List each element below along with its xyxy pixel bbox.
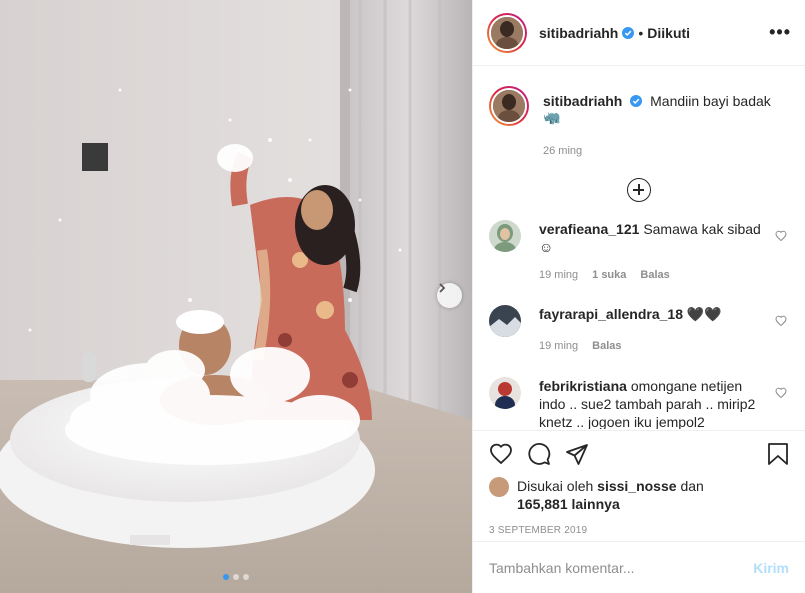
comment-avatar[interactable]	[489, 305, 521, 337]
comment-item: febrikristiana omongane netijen indo .. …	[489, 377, 789, 429]
likes-summary: Disukai oleh sissi_nosse dan 165,881 lai…	[489, 477, 789, 513]
post-actions: Disukai oleh sissi_nosse dan 165,881 lai…	[473, 430, 805, 536]
comments-list[interactable]: sitibadriahh Mandiin bayi badak 🦏 26 min…	[473, 67, 805, 429]
caption-avatar[interactable]	[489, 86, 529, 126]
carousel-indicator	[0, 574, 472, 580]
following-button[interactable]: Diikuti	[647, 25, 690, 41]
comment-likes[interactable]: 1 suka	[592, 266, 626, 284]
comment-heart-icon[interactable]	[775, 387, 787, 399]
comment-username[interactable]: verafieana_121	[539, 221, 639, 237]
liker-avatar[interactable]	[489, 477, 509, 497]
carousel-dot	[243, 574, 249, 580]
comment-heart-icon[interactable]	[775, 230, 787, 242]
author-username[interactable]: sitibadriahh	[539, 25, 618, 41]
likes-prefix: Disukai oleh	[517, 478, 594, 494]
more-options-icon[interactable]: •••	[769, 22, 791, 43]
caption-emoji: 🦏	[543, 109, 561, 125]
post-caption: sitibadriahh Mandiin bayi badak 🦏 26 min…	[489, 86, 789, 157]
carousel-next-button[interactable]	[437, 283, 462, 308]
comment-time[interactable]: 19 ming	[539, 337, 578, 355]
carousel-dot	[233, 574, 239, 580]
follow-separator: •	[638, 24, 644, 41]
bookmark-icon[interactable]	[767, 442, 789, 466]
post-comment-button[interactable]: Kirim	[753, 560, 789, 576]
add-comment-bar: Kirim	[473, 541, 805, 593]
post-photo[interactable]	[0, 0, 472, 593]
bathroom-photo-illustration	[0, 0, 472, 593]
likes-count[interactable]: 165,881 lainnya	[517, 496, 620, 512]
post-date[interactable]: 3 SEPTEMBER 2019	[489, 525, 789, 536]
comment-time[interactable]: 19 ming	[539, 266, 578, 284]
share-icon[interactable]	[565, 442, 589, 466]
comment-icon[interactable]	[527, 442, 551, 466]
comment-input[interactable]	[489, 559, 754, 576]
comment-heart-icon[interactable]	[775, 315, 787, 327]
verified-badge-icon	[622, 26, 635, 39]
carousel-dot-active	[223, 574, 229, 580]
post-side-panel: sitibadriahh • Diikuti ••• sitibadriahh …	[472, 0, 805, 593]
verified-badge-icon	[630, 95, 643, 107]
caption-username[interactable]: sitibadriahh	[543, 93, 622, 109]
reply-button[interactable]: Balas	[592, 337, 621, 355]
author-avatar[interactable]	[487, 12, 527, 53]
comment-avatar[interactable]	[489, 377, 521, 409]
comment-avatar[interactable]	[489, 220, 521, 252]
likes-middle: dan	[680, 478, 704, 494]
comment-text: 🖤🖤	[686, 306, 722, 322]
comment-item: verafieana_121 Samawa kak sibad☺ 19 ming…	[489, 220, 789, 284]
comment-item: fayrarapi_allendra_18 🖤🖤 19 ming Balas	[489, 305, 789, 355]
reply-button[interactable]: Balas	[640, 266, 669, 284]
caption-text: Mandiin bayi badak	[650, 93, 771, 109]
heart-icon[interactable]	[489, 442, 513, 466]
comment-username[interactable]: fayrarapi_allendra_18	[539, 306, 683, 322]
comment-username[interactable]: febrikristiana	[539, 378, 627, 394]
caption-time[interactable]: 26 ming	[543, 145, 789, 157]
chevron-right-icon	[439, 283, 446, 293]
liker-username[interactable]: sissi_nosse	[597, 478, 676, 494]
post-header: sitibadriahh • Diikuti •••	[473, 0, 805, 66]
plus-circle-icon[interactable]	[627, 178, 651, 202]
